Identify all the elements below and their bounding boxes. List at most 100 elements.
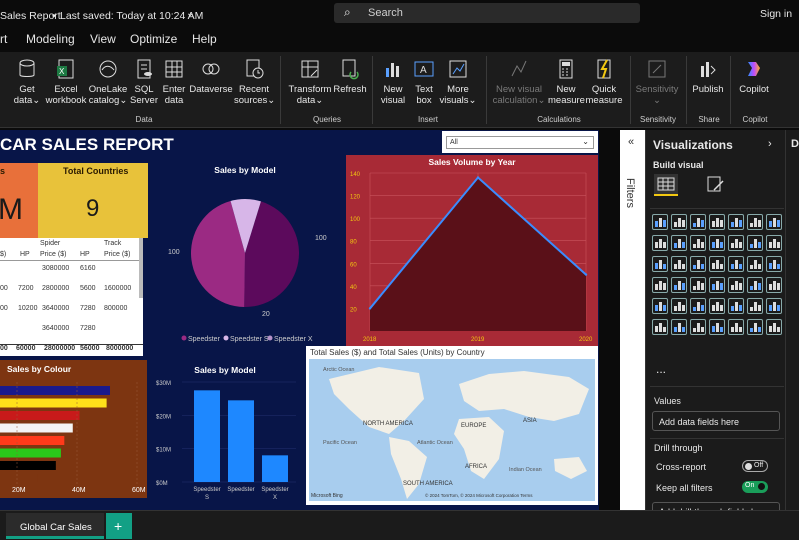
power-automate-visual-button[interactable] [671,319,687,335]
search-input[interactable]: ⌕ Search [334,3,640,23]
page-tab-active[interactable]: Global Car Sales [6,513,104,539]
donut-visual-button[interactable] [690,256,706,272]
build-visual-tab[interactable] [654,174,678,196]
100-column-visual-button[interactable] [747,214,763,230]
sales-by-model-bar-chart[interactable]: Sales by Model $30M $20M $10M $0M Speedster… [150,360,300,508]
slicer-visual-button[interactable] [728,277,744,293]
r-visual-visual-button[interactable] [652,298,668,314]
waterfall-visual-button[interactable] [709,235,725,251]
refresh-button[interactable]: Refresh [332,58,368,95]
filled-map-visual-button[interactable] [747,256,763,272]
dataverse-button[interactable]: Dataverse [188,58,234,95]
expand-icon[interactable]: › [768,138,772,150]
trophy-visual-button[interactable] [690,319,706,335]
keep-filters-toggle[interactable]: On [742,481,768,493]
quick-measure-button[interactable]: Quick measure [584,58,624,106]
sales-map[interactable]: Total Sales ($) and Total Sales (Units) … [306,346,598,505]
colour-bar [0,423,73,433]
new-visual-button[interactable]: New visual [376,58,410,106]
scatter-visual-button[interactable] [747,235,763,251]
card-visual-button[interactable] [671,277,687,293]
multi-row-card-visual-button[interactable] [690,277,706,293]
line-visual-button[interactable] [766,214,782,230]
chevron-down-icon[interactable]: ⌄ [186,8,194,19]
sales-table[interactable]: Spider Track $) HP Price ($) HP Price ($… [0,238,143,356]
recent-sources-button[interactable]: Recent sources⌄ [234,58,275,106]
scatter-icon [750,239,761,248]
slicer[interactable]: All ⌄ [442,131,598,153]
more3-visual-button[interactable] [747,319,763,335]
more-visuals-icon[interactable]: ... [656,362,666,376]
python-visual-button[interactable] [671,298,687,314]
ribbon-visual-button[interactable] [690,235,706,251]
onelake-catalog-button[interactable]: OneLake catalog⌄ [88,58,128,106]
map-visual-button[interactable] [728,256,744,272]
sign-in-link[interactable]: Sign in [760,8,792,20]
filters-label[interactable]: Filters [624,178,636,208]
menu-help[interactable]: Help [192,32,217,46]
menu-insert[interactable]: rt [0,32,7,46]
sensitivity-button[interactable]: Sensitivity ⌄ [634,58,680,106]
sql-server-button[interactable]: SQL Server [128,58,160,106]
kpi-card-sales[interactable]: s M [0,163,38,238]
more-visuals-button[interactable]: More visuals⌄ [438,58,478,106]
kpi-card-countries[interactable]: Total Countries 9 [38,163,148,238]
add-page-button[interactable]: + [106,513,132,539]
more2-visual-button[interactable] [728,319,744,335]
clustered-bar-visual-button[interactable] [690,214,706,230]
get-data-button[interactable]: Get data⌄ [10,58,44,106]
slicer-dropdown[interactable]: All ⌄ [446,136,594,149]
add-data-fields-well[interactable]: Add data fields here [652,411,780,431]
format-visual-tab[interactable] [704,174,728,196]
new-visual-calculation-button[interactable]: New visual calculation⌄ [490,58,548,106]
funnel-visual-button[interactable] [728,235,744,251]
area-visual-button[interactable] [652,235,668,251]
transform-data-button[interactable]: Transform data⌄ [286,58,334,106]
tick-label: $30M [156,381,171,387]
label: More [447,84,469,95]
copilot-button[interactable]: Copilot [734,58,774,95]
filters-pane[interactable]: « Filters [620,130,645,510]
line-column-visual-button[interactable] [652,256,668,272]
map-credit[interactable]: © 2024 TomTom, © 2024 Microsoft Corporat… [425,492,533,498]
qa-visual-button[interactable] [728,298,744,314]
menu-view[interactable]: View [90,32,116,46]
map-canvas[interactable]: Arctic Ocean NORTH AMERICA EUROPE ASIA P… [309,359,595,501]
100-bar-visual-button[interactable] [728,214,744,230]
stacked-area-visual-button[interactable] [671,235,687,251]
table-row[interactable]: 3640000 7280 [0,325,143,335]
collapse-icon[interactable]: « [628,136,634,148]
pie-visual-button[interactable] [671,256,687,272]
matrix-visual-button[interactable] [766,277,782,293]
paginated-visual-button[interactable] [766,298,782,314]
key-influencers-visual-button[interactable] [690,298,706,314]
table-row[interactable]: 00 10200 3640000 7280 800000 [0,305,143,315]
data-pane-collapsed[interactable]: D [785,130,799,510]
more4-visual-button[interactable] [766,319,782,335]
gauge-visual-button[interactable] [652,277,668,293]
decomposition-visual-button[interactable] [709,298,725,314]
menu-optimize[interactable]: Optimize [130,32,177,46]
text-box-button[interactable]: A Text box [410,58,438,106]
clustered-column-visual-button[interactable] [709,214,725,230]
kpi-visual-button[interactable] [709,277,725,293]
stacked-bar-visual-button[interactable] [652,214,668,230]
pie-chart[interactable]: Sales by Model 100 100 20 Speedster Spee… [160,158,330,348]
new-measure-button[interactable]: New measure [548,58,585,106]
stacked-column-visual-button[interactable] [671,214,687,230]
table-row[interactable]: 00 7200 2800000 5600 1600000 [0,285,143,295]
azure-map-visual-button[interactable] [766,256,782,272]
more1-visual-button[interactable] [709,319,725,335]
narrative-visual-button[interactable] [747,298,763,314]
treemap-visual-button[interactable] [709,256,725,272]
cross-report-toggle[interactable]: Off [742,460,768,472]
table-row[interactable]: 3080000 6160 [0,265,143,275]
enter-data-button[interactable]: Enter data [160,58,188,106]
publish-button[interactable]: Publish [690,58,726,95]
table-scrollbar[interactable] [139,238,143,298]
column-line-visual-button[interactable] [766,235,782,251]
menu-modeling[interactable]: Modeling [26,32,75,46]
excel-workbook-button[interactable]: X Excel workbook [44,58,88,106]
power-apps-visual-button[interactable] [652,319,668,335]
table-visual-button[interactable] [747,277,763,293]
